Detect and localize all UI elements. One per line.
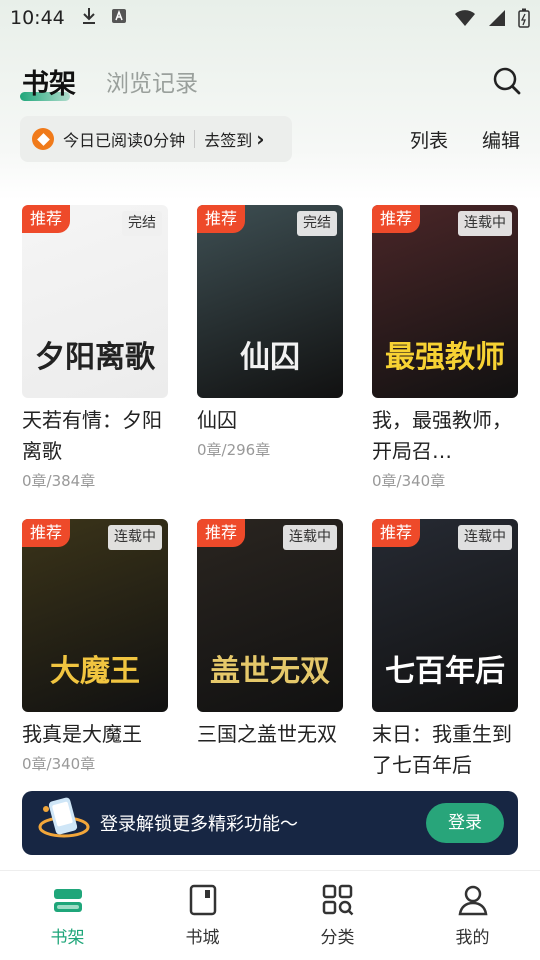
nav-category[interactable]: 分类	[270, 871, 405, 960]
login-banner-text: 登录解锁更多精彩功能～	[100, 814, 298, 835]
user-icon	[458, 885, 487, 916]
reading-time-text: 今日已阅读0分钟	[63, 131, 186, 150]
recommend-badge: 推荐	[372, 519, 421, 547]
status-bar: 10:44	[0, 0, 540, 36]
book-progress: 0章/340章	[372, 472, 446, 490]
book-cover[interactable]: 大魔王 推荐 连载中	[22, 519, 168, 712]
tab-history[interactable]: 浏览记录	[106, 64, 198, 98]
recommend-badge: 推荐	[22, 205, 71, 233]
tab-bookshelf[interactable]: 书架	[20, 62, 76, 101]
list-view-button[interactable]: 列表	[410, 126, 448, 153]
book-progress: 0章/296章	[197, 441, 271, 459]
nav-label: 书城	[185, 928, 220, 948]
status-icons	[454, 8, 530, 28]
book-cover[interactable]: 盖世无双 推荐 连载中	[197, 519, 343, 712]
reading-time-pill: 今日已阅读0分钟 去签到 ›	[20, 116, 292, 162]
book-title: 末日：我重生到了七百年后	[372, 722, 512, 777]
nav-bookshelf[interactable]: 书架	[0, 871, 135, 960]
recommend-badge: 推荐	[372, 205, 421, 233]
book-card[interactable]: 夕阳离歌 推荐 完结 天若有情：夕阳离歌 0章/384章	[22, 205, 168, 491]
nav-label: 我的	[455, 928, 490, 948]
book-card[interactable]: 最强教师 推荐 连载中 我，最强教师，开局召… 0章/340章	[372, 205, 518, 491]
status-badge: 完结	[297, 211, 337, 236]
book-title: 天若有情：夕阳离歌	[22, 408, 162, 463]
category-grid-icon	[322, 884, 353, 916]
cover-title-art: 大魔王	[50, 654, 140, 689]
status-badge: 连载中	[458, 525, 512, 550]
cover-title-art: 最强教师	[385, 340, 505, 375]
login-button[interactable]: 登录	[426, 803, 504, 843]
book-card[interactable]: 七百年后 推荐 连载中 末日：我重生到了七百年后	[372, 519, 518, 784]
cover-title-art: 仙囚	[240, 340, 300, 375]
shelf-actions: 列表 编辑	[410, 126, 520, 153]
recommend-badge: 推荐	[197, 519, 246, 547]
nav-bookstore[interactable]: 书城	[135, 871, 270, 960]
search-icon	[493, 67, 521, 95]
book-card[interactable]: 大魔王 推荐 连载中 我真是大魔王 0章/340章	[22, 519, 168, 774]
book-card[interactable]: 仙囚 推荐 完结 仙囚 0章/296章	[197, 205, 343, 460]
book-title: 我真是大魔王	[22, 722, 142, 746]
status-badge: 完结	[122, 211, 162, 236]
status-badge: 连载中	[458, 211, 512, 236]
chevron-right-icon: ›	[256, 127, 265, 151]
cover-title-art: 盖世无双	[210, 654, 330, 689]
coin-icon	[32, 128, 54, 150]
header: 书架 浏览记录	[20, 58, 522, 104]
book-title: 我，最强教师，开局召…	[372, 408, 512, 463]
bookshelf-icon	[53, 889, 82, 912]
book-title: 仙囚	[197, 408, 237, 432]
book-progress: 0章/340章	[22, 755, 96, 773]
book-progress: 0章/384章	[22, 472, 96, 490]
status-time: 10:44	[10, 7, 65, 29]
phone-unlock-icon	[36, 793, 92, 843]
book-title: 三国之盖世无双	[197, 722, 337, 746]
recommend-badge: 推荐	[197, 205, 246, 233]
wifi-icon	[455, 10, 475, 26]
book-card[interactable]: 盖世无双 推荐 连载中 三国之盖世无双	[197, 519, 343, 753]
book-icon	[189, 884, 216, 916]
download-icon	[81, 7, 97, 29]
nav-profile[interactable]: 我的	[405, 871, 540, 960]
app-notification-icon	[111, 8, 127, 28]
login-banner: 登录解锁更多精彩功能～ 登录	[22, 791, 518, 855]
checkin-button[interactable]: 去签到 ›	[204, 127, 264, 151]
book-cover[interactable]: 仙囚 推荐 完结	[197, 205, 343, 398]
status-badge: 连载中	[283, 525, 337, 550]
search-button[interactable]	[492, 66, 522, 96]
book-cover[interactable]: 七百年后 推荐 连载中	[372, 519, 518, 712]
signal-icon	[489, 10, 505, 26]
checkin-label: 去签到	[204, 131, 253, 150]
bottom-nav: 书架 书城 分类 我的	[0, 870, 540, 960]
book-cover[interactable]: 夕阳离歌 推荐 完结	[22, 205, 168, 398]
pill-divider	[194, 130, 196, 148]
book-cover[interactable]: 最强教师 推荐 连载中	[372, 205, 518, 398]
cover-title-art: 七百年后	[385, 654, 505, 689]
recommend-badge: 推荐	[22, 519, 71, 547]
status-badge: 连载中	[108, 525, 162, 550]
battery-icon	[518, 8, 530, 28]
edit-button[interactable]: 编辑	[482, 126, 520, 153]
nav-label: 书架	[50, 928, 85, 948]
tab-bookshelf-label: 书架	[22, 68, 76, 100]
nav-label: 分类	[320, 928, 355, 948]
cover-title-art: 夕阳离歌	[35, 340, 155, 375]
